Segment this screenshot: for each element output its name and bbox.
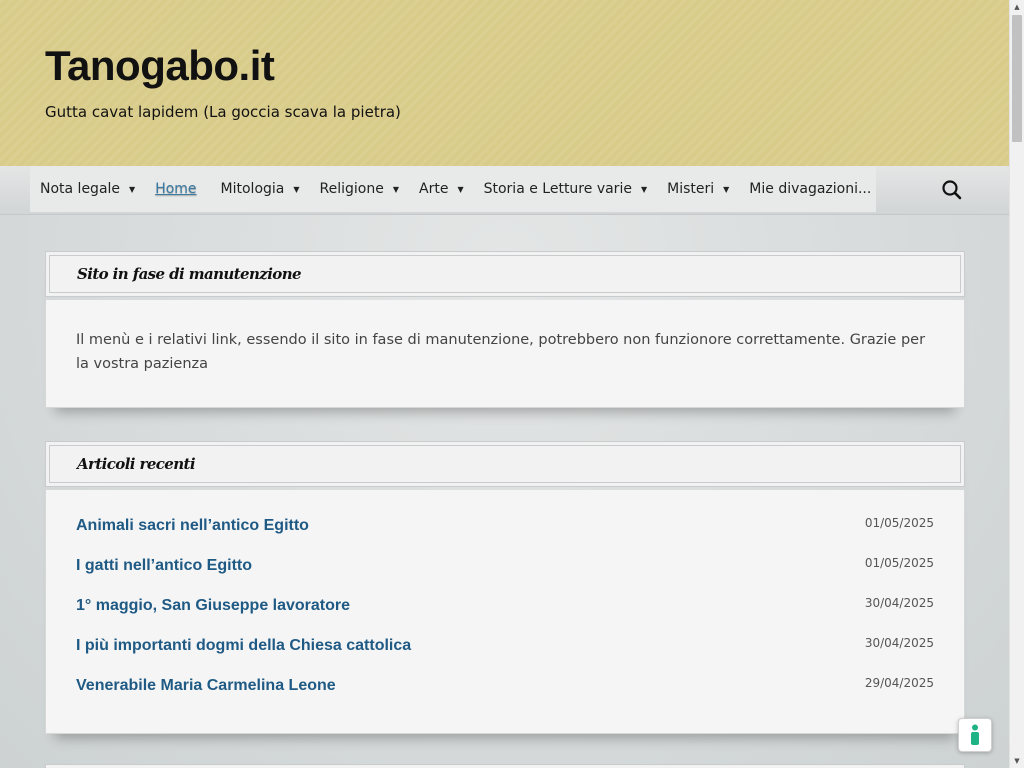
menu-bar: Nota legale ▼ Home Mitologia ▼ Religione… (30, 166, 876, 212)
post-date: 29/04/2025 (864, 676, 934, 690)
menu-item-nota-legale[interactable]: Nota legale ▼ (30, 166, 145, 212)
site-title[interactable]: Tanogabo.it (45, 38, 275, 94)
post-date: 30/04/2025 (864, 596, 934, 610)
caret-down-icon: ▼ (392, 184, 400, 194)
post-link[interactable]: I gatti nell’antico Egitto (76, 557, 252, 575)
post-date: 01/05/2025 (864, 516, 934, 530)
post-date: 01/05/2025 (864, 556, 934, 570)
caret-down-icon: ▼ (640, 184, 648, 194)
search-icon (942, 180, 962, 200)
menu-item-label: Misteri (667, 181, 715, 197)
menu-item-mitologia[interactable]: Mitologia ▼ (211, 166, 310, 212)
post-link[interactable]: 1° maggio, San Giuseppe lavoratore (76, 597, 350, 615)
widget-title: Articoli recenti (77, 455, 196, 473)
post-link[interactable]: Venerabile Maria Carmelina Leone (76, 677, 336, 695)
menu-item-arte[interactable]: Arte ▼ (409, 166, 474, 212)
site-header: Tanogabo.it Gutta cavat lapidem (La gocc… (0, 0, 1009, 166)
menu-item-home[interactable]: Home (145, 166, 210, 212)
vertical-scrollbar[interactable]: ▲ ▼ (1009, 0, 1024, 768)
list-item: Venerabile Maria Carmelina Leone 29/04/2… (76, 672, 934, 712)
recent-posts-widget: Articoli recenti Animali sacri nell’anti… (45, 441, 965, 734)
menu-item-label: Mitologia (220, 181, 285, 197)
search-button[interactable] (940, 178, 964, 202)
scroll-up-arrow-icon[interactable]: ▲ (1010, 0, 1024, 14)
main-navigation: Nota legale ▼ Home Mitologia ▼ Religione… (0, 166, 1009, 215)
menu-item-divagazioni[interactable]: Mie divagazioni... (739, 166, 881, 212)
page: Tanogabo.it Gutta cavat lapidem (La gocc… (0, 0, 1024, 768)
site-description: Gutta cavat lapidem (La goccia scava la … (45, 103, 401, 121)
scroll-thumb[interactable] (1012, 15, 1022, 142)
menu-item-label: Mie divagazioni... (749, 181, 872, 197)
main-content: Tanogabo.it Gutta cavat lapidem (La gocc… (0, 0, 1009, 768)
maintenance-notice-widget: Sito in fase di manutenzione Il menù e i… (45, 251, 965, 408)
list-item: I gatti nell’antico Egitto 01/05/2025 (76, 552, 934, 592)
privacy-icon (971, 724, 979, 745)
widget-header: Sito in fase di manutenzione (45, 251, 965, 297)
post-link[interactable]: I più importanti dogmi della Chiesa catt… (76, 637, 411, 655)
list-item: 1° maggio, San Giuseppe lavoratore 30/04… (76, 592, 934, 632)
menu-item-storia[interactable]: Storia e Letture varie ▼ (474, 166, 658, 212)
menu-item-label: Storia e Letture varie (483, 181, 632, 197)
caret-down-icon: ▼ (129, 184, 136, 194)
scroll-down-arrow-icon[interactable]: ▼ (1010, 754, 1024, 768)
menu-item-label: Home (155, 181, 197, 197)
menu-item-label: Religione (319, 181, 384, 197)
widget-header: Articoli recenti (45, 441, 965, 487)
caret-down-icon: ▼ (293, 184, 300, 194)
widget-body: Il menù e i relativi link, essendo il si… (45, 300, 965, 408)
menu-item-label: Nota legale (40, 181, 121, 197)
post-date: 30/04/2025 (864, 636, 934, 650)
menu-item-misteri[interactable]: Misteri ▼ (657, 166, 739, 212)
menu-item-religione[interactable]: Religione ▼ (310, 166, 409, 212)
recent-posts-list: Animali sacri nell’antico Egitto 01/05/2… (45, 490, 965, 734)
post-link[interactable]: Animali sacri nell’antico Egitto (76, 517, 309, 535)
widget-title: Sito in fase di manutenzione (77, 265, 302, 283)
list-item: Animali sacri nell’antico Egitto 01/05/2… (76, 512, 934, 552)
caret-down-icon: ▼ (457, 184, 464, 194)
next-widget-header (45, 764, 965, 768)
caret-down-icon: ▼ (723, 184, 730, 194)
list-item: I più importanti dogmi della Chiesa catt… (76, 632, 934, 672)
privacy-settings-button[interactable] (958, 718, 992, 752)
menu-item-label: Arte (419, 181, 449, 197)
